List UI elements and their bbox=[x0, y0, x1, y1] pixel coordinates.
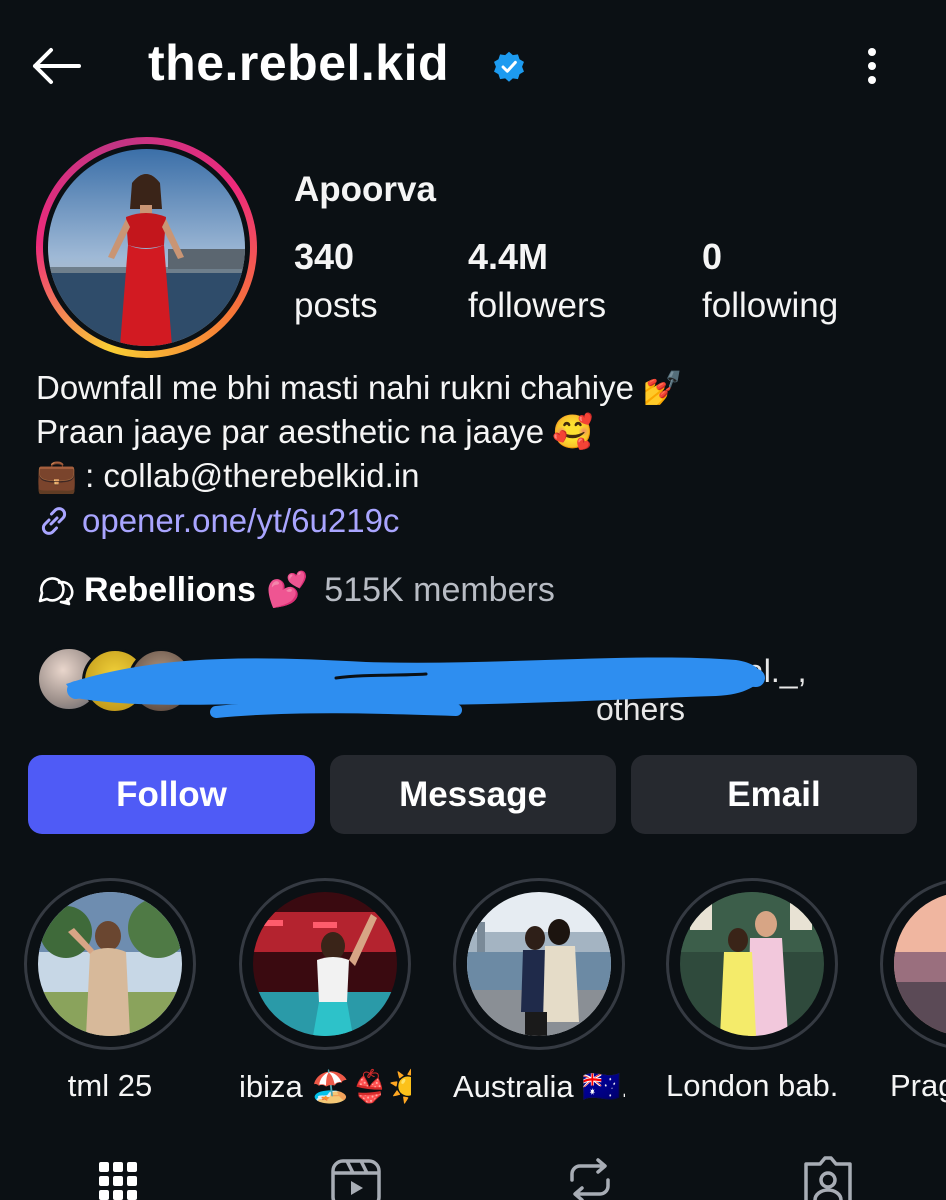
email-button[interactable]: Email bbox=[631, 755, 917, 834]
highlight-item[interactable]: Prag bbox=[880, 878, 946, 1104]
smiling-hearts-emoji: 🥰 bbox=[552, 413, 594, 450]
highlight-cover bbox=[894, 892, 946, 1036]
broadcast-channel[interactable]: Rebellions 💕 515K members bbox=[36, 570, 555, 610]
highlight-item[interactable]: Australia 🇦🇺... bbox=[453, 878, 625, 1105]
bio-line-3: : collab@therebelkid.in bbox=[85, 457, 420, 494]
channel-members: 515K members bbox=[324, 570, 555, 609]
mutual-followers[interactable]: al._, others bbox=[36, 644, 896, 727]
message-button[interactable]: Message bbox=[330, 755, 616, 834]
tagged-icon bbox=[804, 1156, 852, 1200]
verified-badge-icon bbox=[494, 51, 524, 82]
highlight-item[interactable]: ibiza 🏖️👙☀️ bbox=[239, 878, 411, 1105]
followers-count[interactable]: 4.4M followers bbox=[468, 236, 606, 326]
tab-reels[interactable] bbox=[326, 1156, 386, 1200]
redaction-scribble bbox=[66, 657, 765, 718]
profile-bio: Downfall me bhi masti nahi rukni chahiye… bbox=[36, 366, 683, 498]
profile-username: the.rebel.kid bbox=[148, 35, 450, 91]
more-options-button[interactable] bbox=[846, 38, 898, 94]
avatar-photo bbox=[48, 149, 245, 346]
profile-link[interactable]: opener.one/yt/6u219c bbox=[36, 502, 399, 540]
profile-avatar[interactable] bbox=[36, 137, 257, 358]
profile-full-name: Apoorva bbox=[294, 170, 436, 209]
bio-line-1: Downfall me bhi masti nahi rukni chahiye bbox=[36, 369, 634, 406]
highlight-cover bbox=[467, 892, 611, 1036]
profile-link-text[interactable]: opener.one/yt/6u219c bbox=[82, 502, 399, 540]
link-icon bbox=[41, 507, 67, 535]
highlight-label: ibiza 🏖️👙☀️ bbox=[239, 1069, 411, 1104]
tab-grid[interactable] bbox=[88, 1156, 148, 1200]
highlight-item[interactable]: tml 25 bbox=[24, 878, 196, 1104]
following-count[interactable]: 0 following bbox=[702, 236, 838, 326]
arrow-left-icon bbox=[33, 48, 81, 84]
following-value: 0 bbox=[702, 236, 723, 277]
channel-name: Rebellions bbox=[84, 570, 256, 609]
highlight-cover bbox=[38, 892, 182, 1036]
posts-value: 340 bbox=[294, 236, 355, 277]
reposts-icon bbox=[570, 1158, 610, 1200]
tab-reposts[interactable] bbox=[560, 1156, 620, 1200]
followers-value: 4.4M bbox=[468, 236, 549, 277]
following-label: following bbox=[702, 286, 839, 325]
chat-bubbles-icon bbox=[38, 577, 74, 606]
kebab-menu-icon bbox=[868, 48, 876, 84]
followers-label: followers bbox=[468, 286, 607, 325]
bio-line-2: Praan jaaye par aesthetic na jaaye bbox=[36, 413, 545, 450]
tab-tagged[interactable] bbox=[798, 1156, 858, 1200]
grid-icon bbox=[99, 1162, 137, 1200]
reels-icon bbox=[331, 1159, 381, 1200]
follow-button[interactable]: Follow bbox=[28, 755, 315, 834]
back-button[interactable] bbox=[24, 38, 88, 94]
highlight-label: Prag bbox=[890, 1068, 946, 1103]
highlight-item[interactable]: London bab... bbox=[666, 878, 838, 1104]
briefcase-emoji: 💼 bbox=[36, 457, 78, 494]
highlight-label: tml 25 bbox=[67, 1068, 153, 1103]
posts-label: posts bbox=[294, 286, 378, 325]
highlight-label: London bab... bbox=[666, 1068, 838, 1103]
two-hearts-emoji: 💕 bbox=[265, 571, 309, 609]
nail-polish-emoji: 💅 bbox=[641, 369, 684, 406]
highlight-cover bbox=[253, 892, 397, 1036]
posts-count[interactable]: 340 posts bbox=[294, 236, 378, 326]
highlight-label: Australia 🇦🇺... bbox=[453, 1069, 625, 1104]
highlight-cover bbox=[680, 892, 824, 1036]
